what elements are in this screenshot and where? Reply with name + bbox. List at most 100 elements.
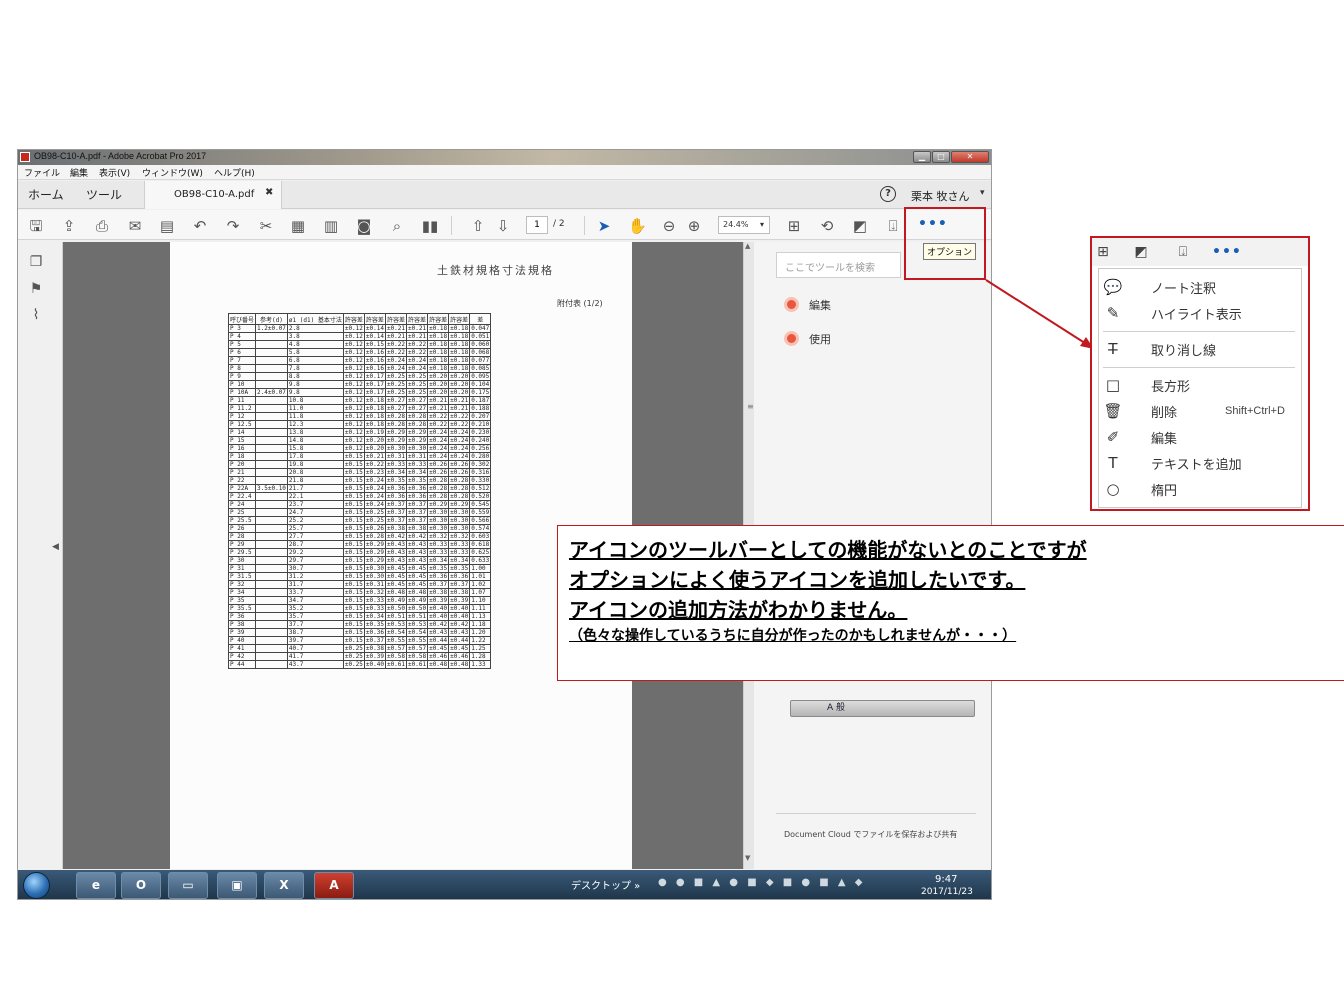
table-cell: P 36	[227, 612, 257, 621]
table-cell: P 20	[227, 460, 257, 469]
maximize-button[interactable]: □	[932, 151, 950, 163]
menu-item-add-text[interactable]: テキストを追加	[1151, 454, 1242, 473]
table-cell: ±0.25	[406, 372, 429, 381]
table-cell: 1.22	[469, 636, 492, 645]
menu-item-highlight[interactable]: ハイライト表示	[1151, 304, 1242, 323]
menu-item-note[interactable]: ノート注釈	[1151, 278, 1216, 297]
table-cell: ±0.24	[406, 356, 429, 365]
menu-edit[interactable]: 編集	[70, 166, 88, 179]
fit-page-icon[interactable]: ⊞	[1094, 243, 1112, 261]
print-icon[interactable]: ⎙	[93, 217, 111, 235]
table-cell: ±0.24	[448, 452, 471, 461]
close-tab-icon[interactable]: ✖	[265, 187, 273, 198]
acrobat-icon[interactable]: A	[314, 872, 354, 899]
rotate-icon[interactable]: ⟲	[818, 217, 836, 235]
tool-search-input[interactable]: ここでツールを検索	[776, 252, 901, 278]
system-tray-icons[interactable]: ● ● ■ ▲ ● ■ ◆ ■ ● ■ ▲ ◆	[658, 877, 865, 888]
scissors-icon[interactable]: ✂	[257, 217, 275, 235]
page-number-input[interactable]: 1	[526, 216, 548, 234]
table-cell	[255, 580, 288, 589]
menu-item-rectangle[interactable]: 長方形	[1151, 376, 1190, 395]
email-icon[interactable]: ✉	[126, 217, 144, 235]
chevron-down-icon[interactable]: ▾	[980, 188, 985, 198]
control-panel-icon[interactable]: ▣	[217, 872, 257, 899]
clock-date[interactable]: 2017/11/23	[921, 887, 973, 897]
document-search-icon[interactable]: ▤	[158, 217, 176, 235]
save-icon[interactable]: 🖫	[27, 217, 45, 235]
menu-item-edit[interactable]: 編集	[1151, 428, 1177, 447]
menu-item-strikethrough[interactable]: 取り消し線	[1151, 340, 1216, 359]
table-cell: 8.8	[286, 372, 344, 381]
redo-icon[interactable]: ↷	[224, 217, 242, 235]
explorer-folder-icon[interactable]: ▭	[168, 872, 208, 899]
tab-document[interactable]: OB98-C10-A.pdf ✖	[144, 181, 282, 209]
clock-time[interactable]: 9:47	[935, 874, 957, 885]
scan-table: 呼び番号 参考(d) ø1 (d1) 基本寸法 許容差 許容差 許容差 許容差 許容差 許容差差…	[227, 313, 492, 669]
stamp-icon[interactable]: ⍗	[1174, 243, 1192, 261]
page-up-icon[interactable]: ⇧	[469, 217, 487, 235]
pages-icon[interactable]: ❐	[28, 254, 44, 270]
menu-window[interactable]: ウィンドウ(W)	[142, 166, 203, 179]
zoom-out-icon[interactable]: ⊖	[660, 217, 678, 235]
redact-icon[interactable]: ▦	[289, 217, 307, 235]
table-cell: ±0.40	[363, 660, 386, 669]
upload-icon[interactable]: ⇪	[60, 217, 78, 235]
zoom-select[interactable]: 24.4% ▾	[718, 216, 770, 234]
help-icon[interactable]: ?	[880, 186, 896, 202]
table-cell: ±0.33	[448, 548, 471, 557]
minimize-button[interactable]: ▁	[913, 151, 931, 163]
scroll-grip-icon[interactable]: ≡	[747, 402, 754, 411]
menu-file[interactable]: ファイル	[24, 166, 60, 179]
table-header-cell: 許容差	[448, 313, 471, 325]
table-cell: 12.3	[286, 420, 344, 429]
tab-tools[interactable]: ツール	[86, 186, 122, 203]
stamp-icon[interactable]: ⍗	[884, 217, 902, 235]
excel-icon[interactable]: X	[264, 872, 304, 899]
full-screen-icon[interactable]: ◩	[1132, 243, 1150, 261]
table-cell	[255, 636, 288, 645]
scroll-up-icon[interactable]: ▲	[745, 242, 750, 250]
user-account[interactable]: 栗本 牧さん	[911, 188, 970, 204]
table-cell: P 31.5	[227, 572, 257, 581]
ie-icon[interactable]: e	[76, 872, 116, 899]
table-cell: ±0.36	[363, 628, 386, 637]
use-tool-icon	[784, 331, 799, 346]
table-cell	[255, 412, 288, 421]
snapshot-icon[interactable]: ◙	[355, 217, 373, 235]
table-cell: ±0.22	[406, 348, 429, 357]
menu-item-delete[interactable]: 削除	[1151, 402, 1177, 421]
compare-icon[interactable]: ▮▮	[421, 217, 439, 235]
select-cursor-icon[interactable]: ➤	[595, 217, 613, 235]
undo-icon[interactable]: ↶	[191, 217, 209, 235]
start-button[interactable]	[23, 872, 50, 899]
close-window-button[interactable]: ✕	[951, 151, 989, 163]
table-cell: ±0.25	[342, 644, 365, 653]
menu-help[interactable]: ヘルプ(H)	[214, 166, 255, 179]
fit-page-icon[interactable]: ⊞	[785, 217, 803, 235]
clipboard-icon[interactable]: ▥	[322, 217, 340, 235]
table-cell	[255, 564, 288, 573]
table-cell: 29.2	[286, 548, 344, 557]
scroll-down-icon[interactable]: ▼	[745, 854, 750, 862]
more-options-button[interactable]: •••	[1212, 243, 1241, 261]
tool-item-use[interactable]: 使用	[784, 331, 831, 347]
collapse-pane-icon[interactable]: ◀	[52, 542, 59, 552]
table-cell: P 11	[227, 396, 257, 405]
desktop-toolbar[interactable]: デスクトップ »	[571, 877, 640, 892]
search-icon[interactable]: ⌕	[388, 217, 406, 235]
menu-item-ellipse[interactable]: 楕円	[1151, 480, 1177, 499]
table-cell: 0.256	[469, 444, 492, 453]
hand-icon[interactable]: ✋	[628, 217, 647, 235]
tool-item-edit[interactable]: 編集	[784, 297, 831, 313]
bookmark-icon[interactable]: ⚑	[28, 281, 44, 297]
full-screen-icon[interactable]: ◩	[851, 217, 869, 235]
outlook-icon[interactable]: O	[121, 872, 161, 899]
table-cell: ±0.12	[342, 380, 365, 389]
zoom-in-icon[interactable]: ⊕	[685, 217, 703, 235]
page-down-icon[interactable]: ⇩	[494, 217, 512, 235]
attachment-icon[interactable]: ⌇	[28, 307, 44, 323]
ime-language-bar[interactable]: A 般	[790, 700, 975, 717]
tab-home[interactable]: ホーム	[28, 186, 64, 203]
menu-view[interactable]: 表示(V)	[99, 166, 130, 179]
table-cell: ±0.37	[406, 508, 429, 517]
